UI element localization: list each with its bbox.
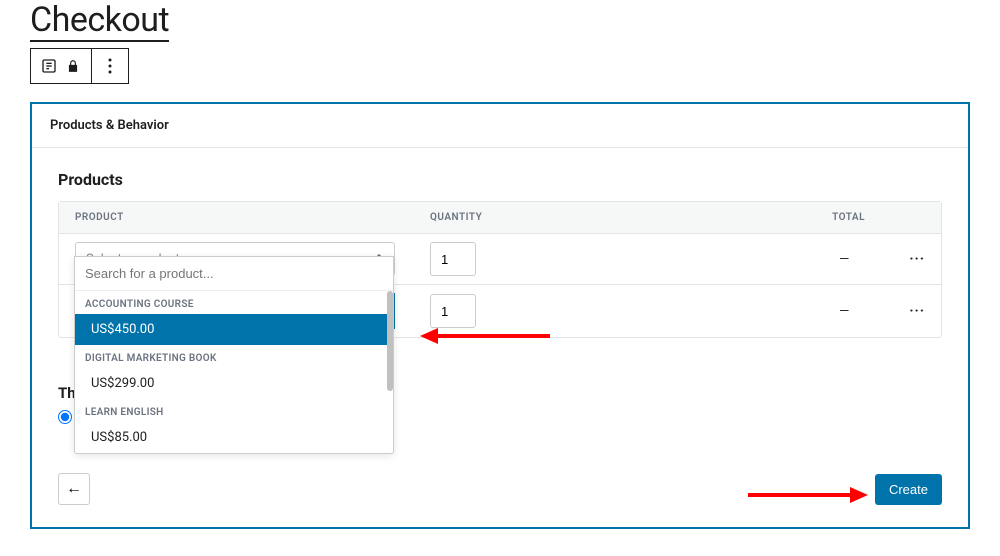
toolbar-right-group [92,49,128,83]
product-dropdown: ACCOUNTING COURSE US$450.00 DIGITAL MARK… [74,256,394,454]
dropdown-item[interactable]: US$299.00 [75,368,393,399]
quantity-input[interactable] [430,294,476,328]
annotation-arrow [420,326,550,346]
more-options-icon[interactable] [102,58,118,74]
row-actions-icon[interactable]: ··· [909,303,925,319]
toolbar-left-group [31,49,92,83]
create-button[interactable]: Create [875,474,942,505]
col-header-total: TOTAL [770,212,925,223]
block-type-icon[interactable] [41,58,57,74]
lock-icon[interactable] [65,58,81,74]
quantity-input[interactable] [430,242,476,276]
back-button[interactable]: ← [58,473,90,505]
dropdown-group-label: ACCOUNTING COURSE [75,291,393,314]
col-header-quantity: QUANTITY [430,212,770,223]
dropdown-group-label: DIGITAL MARKETING BOOK [75,345,393,368]
row-actions-icon[interactable]: ··· [909,251,925,267]
page-title: Checkout [30,0,169,42]
panel-header: Products & Behavior [32,104,968,148]
dropdown-item[interactable]: US$450.00 [75,314,393,345]
table-header: PRODUCT QUANTITY TOTAL [59,202,941,233]
annotation-arrow [748,485,868,505]
row-total: — [476,304,909,319]
dropdown-search-input[interactable] [75,257,393,291]
dropdown-item[interactable]: US$85.00 [75,422,393,453]
block-toolbar [30,48,129,84]
col-header-product: PRODUCT [75,212,430,223]
dropdown-group-label: LEARN ENGLISH [75,399,393,422]
products-behavior-panel: Products & Behavior Products PRODUCT QUA… [30,102,970,529]
row-total: — [476,252,909,267]
products-section-title: Products [58,170,942,189]
scrollbar[interactable] [387,291,393,391]
arrow-left-icon: ← [66,480,82,498]
